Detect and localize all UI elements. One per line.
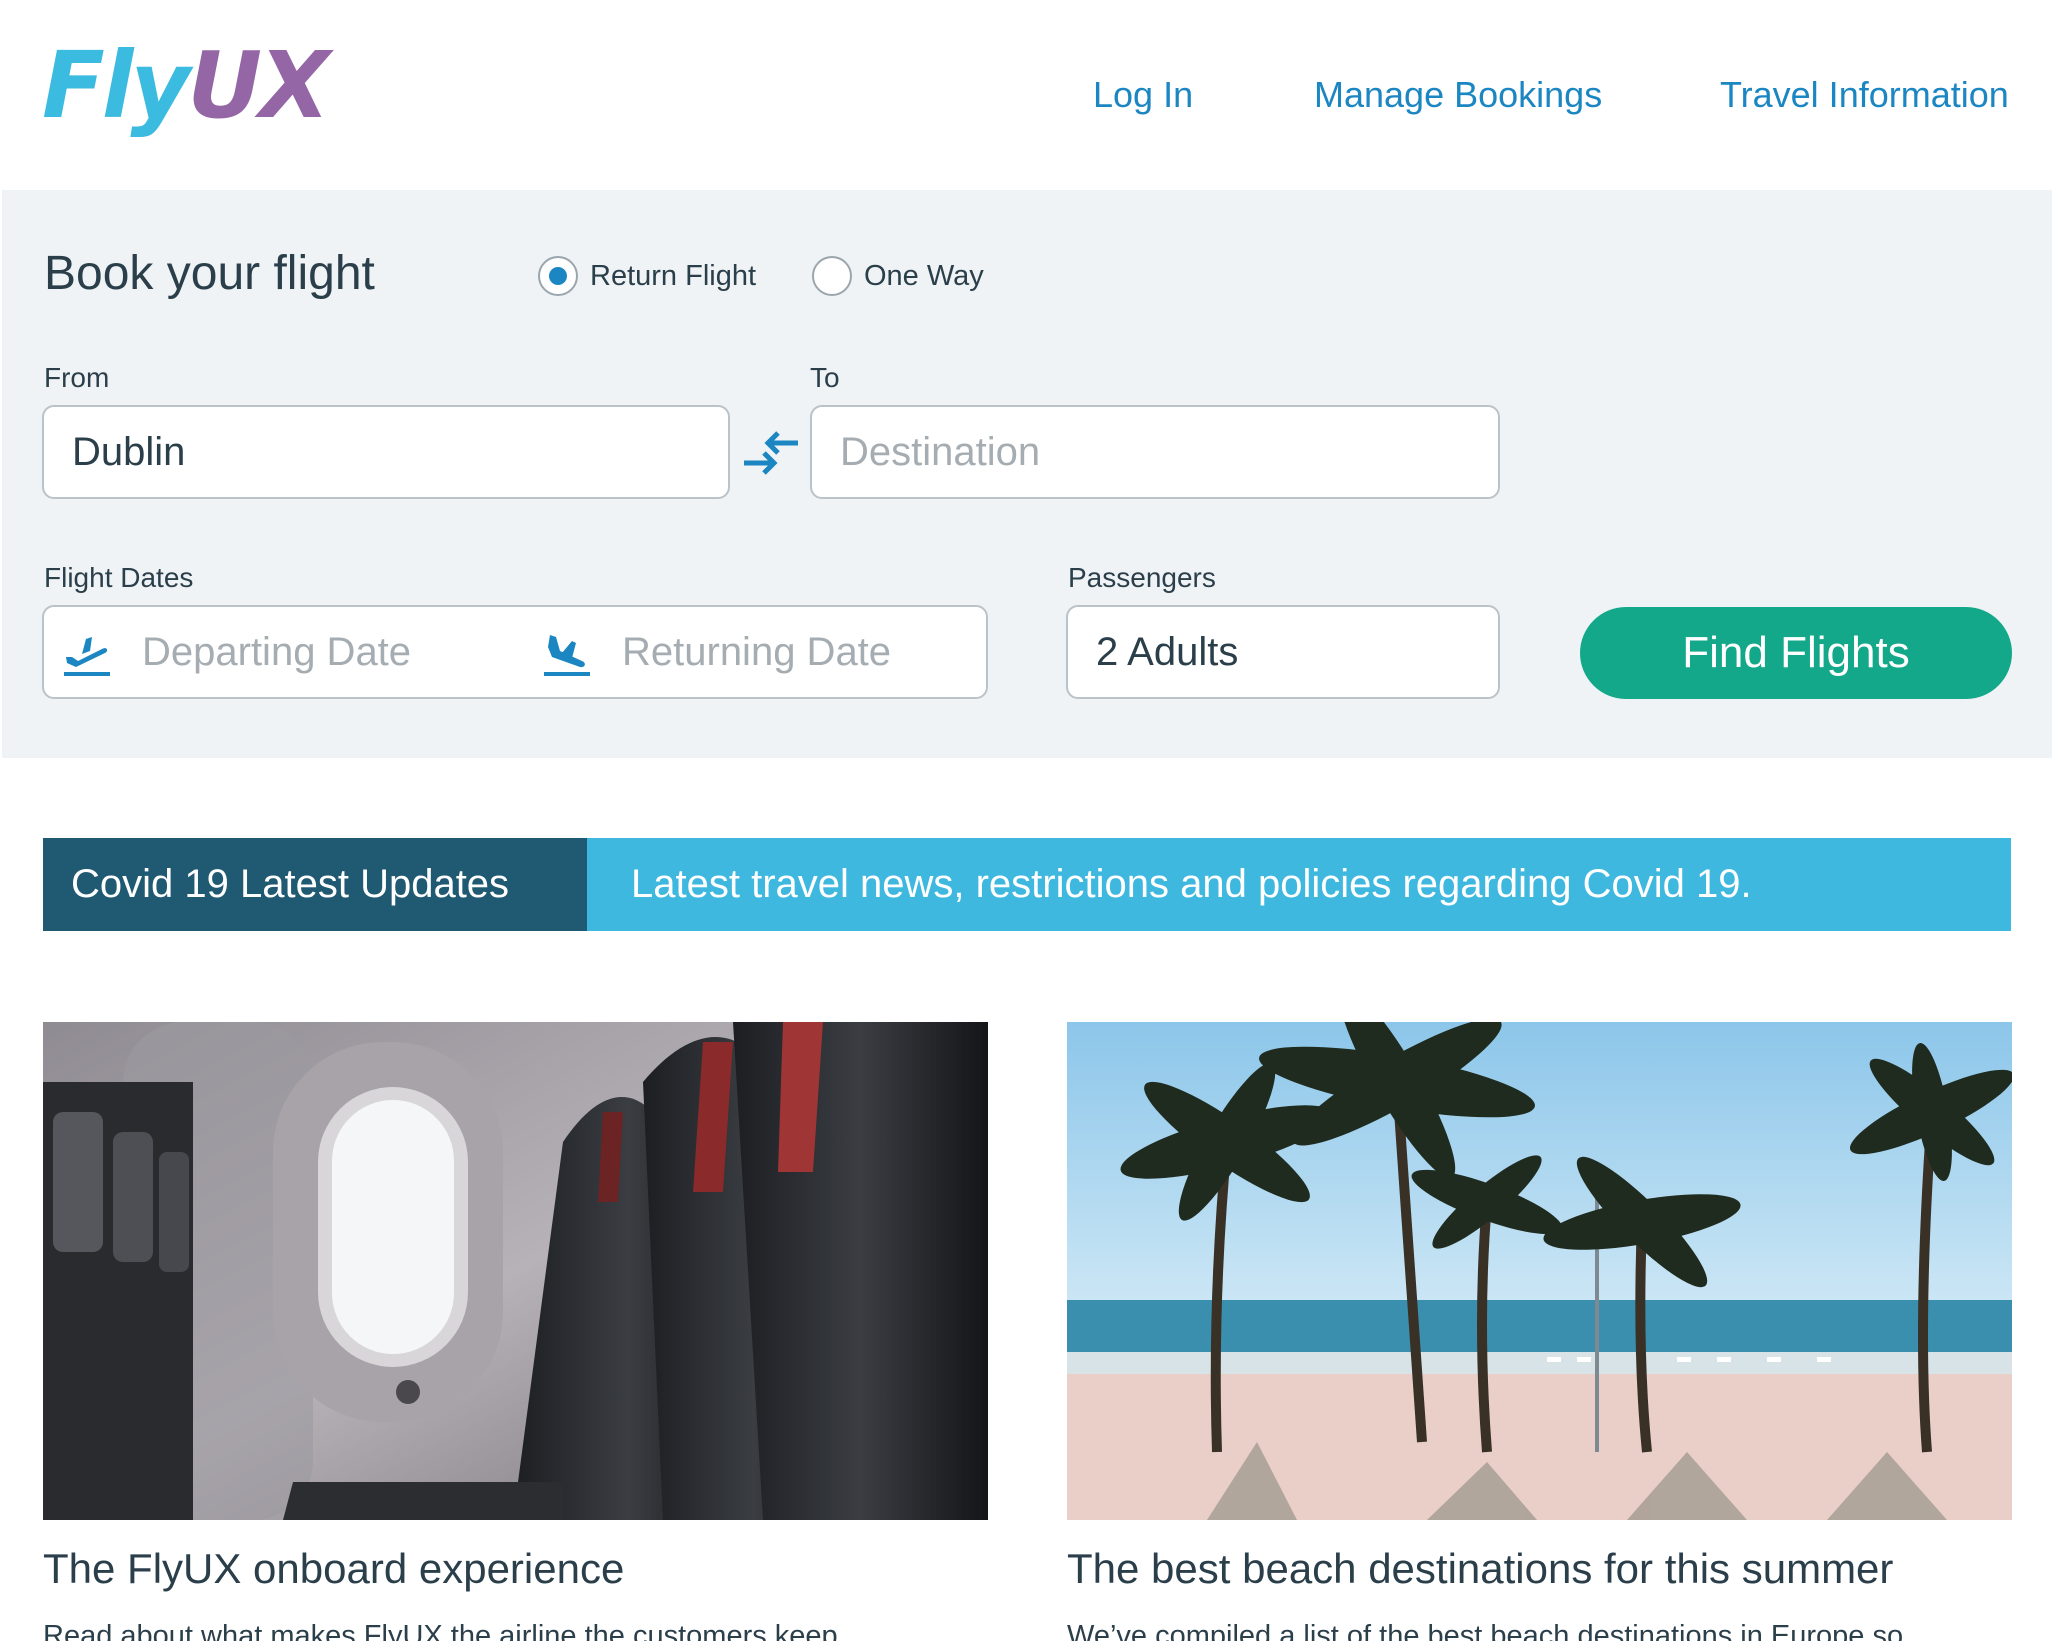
radio-one-way[interactable]: One Way — [812, 256, 984, 296]
article-title-beach[interactable]: The best beach destinations for this sum… — [1067, 1545, 1893, 1593]
flyux-logo[interactable]: FlyUX — [42, 40, 330, 132]
passengers-select[interactable]: 2 Adults — [1066, 605, 1500, 699]
arrival-icon — [544, 635, 590, 676]
radio-return-label: Return Flight — [590, 259, 757, 292]
radio-return-flight[interactable]: Return Flight — [538, 256, 756, 296]
covid-banner-text: Latest travel news, restrictions and pol… — [587, 838, 2011, 931]
returning-date-placeholder: Returning Date — [622, 629, 892, 674]
article-desc-onboard: Read about what makes FlyUX the airline … — [43, 1620, 838, 1641]
logo-fly: Fly — [42, 32, 190, 139]
departure-icon — [64, 637, 110, 676]
from-input[interactable]: Dublin — [42, 405, 730, 499]
passengers-label: Passengers — [1068, 562, 1216, 593]
radio-one-way-label: One Way — [864, 259, 984, 292]
booking-title: Book your flight — [44, 247, 375, 300]
from-label: From — [44, 362, 110, 393]
departing-date-input[interactable]: Departing Date — [62, 607, 411, 697]
find-flights-button[interactable]: Find Flights — [1580, 607, 2012, 699]
flight-dates-label: Flight Dates — [44, 562, 194, 593]
departing-date-placeholder: Departing Date — [142, 629, 412, 674]
site-header: FlyUX Log In Manage Bookings Travel Info… — [0, 0, 2052, 190]
nav-manage-bookings[interactable]: Manage Bookings — [1314, 74, 1602, 116]
radio-one-way-indicator[interactable] — [812, 256, 852, 296]
radio-return-indicator[interactable] — [538, 256, 578, 296]
nav-log-in[interactable]: Log In — [1093, 74, 1193, 116]
article-image-beach[interactable] — [1067, 1022, 2012, 1520]
flight-dates-field: Departing Date Returning Date — [42, 605, 988, 699]
covid-banner-label: Covid 19 Latest Updates — [43, 838, 587, 931]
nav-travel-information[interactable]: Travel Information — [1720, 74, 2009, 116]
to-label: To — [810, 362, 840, 393]
article-image-onboard[interactable] — [43, 1022, 988, 1520]
logo-ux: UX — [187, 32, 330, 139]
to-input[interactable]: Destination — [810, 405, 1500, 499]
returning-date-input[interactable]: Returning Date — [542, 607, 891, 697]
article-desc-beach: We’ve compiled a list of the best beach … — [1067, 1620, 1904, 1641]
article-title-onboard[interactable]: The FlyUX onboard experience — [43, 1545, 624, 1593]
booking-panel: Book your flight Return Flight One Way F… — [2, 190, 2052, 758]
covid-banner[interactable]: Covid 19 Latest Updates Latest travel ne… — [43, 838, 2011, 931]
swap-icon[interactable] — [740, 428, 802, 478]
